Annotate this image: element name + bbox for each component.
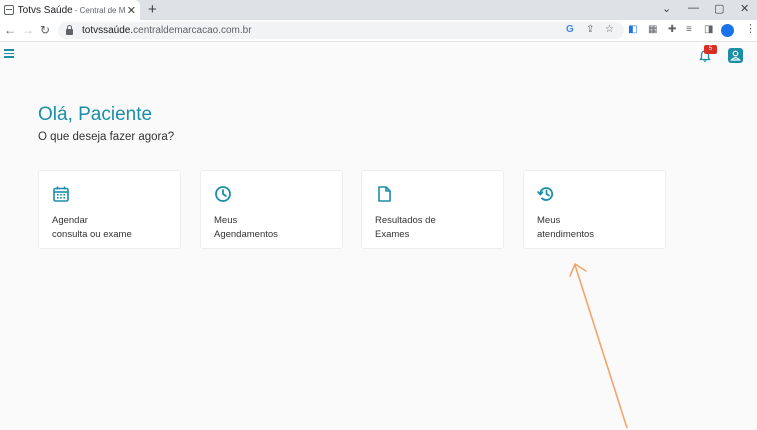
page-subtitle: O que deseja fazer agora? bbox=[38, 131, 175, 143]
my-attendances-card[interactable]: Meus atendimentos bbox=[523, 170, 666, 249]
address-bar[interactable]: totvssaúde.centraldemarcacao.com.br G ⇪ … bbox=[58, 22, 624, 39]
minimize-button[interactable]: — bbox=[688, 2, 699, 14]
tab-title-rest: - Central de Marca bbox=[74, 5, 125, 15]
page-title: Olá, Paciente bbox=[38, 104, 153, 125]
calendar-icon bbox=[53, 186, 69, 202]
card-label: Resultados de Exames bbox=[375, 214, 495, 242]
profile-avatar-icon[interactable] bbox=[721, 24, 734, 37]
notification-badge: 5 bbox=[704, 45, 717, 54]
history-icon bbox=[537, 187, 554, 201]
card-label: Agendar consulta ou exame bbox=[52, 214, 172, 242]
extensions-puzzle-icon[interactable]: ✚ bbox=[668, 24, 676, 35]
card-label-line2: Exames bbox=[375, 229, 410, 240]
tab-title: Totvs Saúde - Central de Marca bbox=[18, 5, 125, 16]
side-panel-icon[interactable]: ◨ bbox=[704, 24, 713, 35]
user-icon bbox=[730, 50, 741, 61]
share-icon[interactable]: ⇪ bbox=[586, 24, 594, 35]
url-path: centraldemarcacao.com.br bbox=[133, 25, 252, 36]
app-header: 5 bbox=[0, 43, 757, 69]
extension-translate-icon[interactable]: ◧ bbox=[628, 24, 637, 35]
browser-menu-icon[interactable]: ⋮ bbox=[745, 22, 756, 35]
clock-icon bbox=[215, 186, 231, 202]
schedule-appointment-card[interactable]: Agendar consulta ou exame bbox=[38, 170, 181, 249]
hamburger-menu-icon[interactable] bbox=[4, 49, 14, 58]
lock-icon bbox=[66, 25, 73, 35]
extension-qr-icon[interactable]: ▦ bbox=[648, 24, 657, 35]
card-label-line2: atendimentos bbox=[537, 229, 595, 240]
card-label: Meus Agendamentos bbox=[214, 214, 334, 242]
card-label: Meus atendimentos bbox=[537, 214, 657, 242]
card-label-line2: consulta ou exame bbox=[52, 229, 132, 240]
browser-tab[interactable]: Totvs Saúde - Central de Marca ✕ bbox=[0, 0, 140, 20]
card-label-line1: Meus bbox=[214, 215, 238, 226]
browser-toolbar: ← → ↻ totvssaúde.centraldemarcacao.com.b… bbox=[0, 20, 757, 42]
reload-icon[interactable]: ↻ bbox=[40, 23, 50, 37]
document-icon bbox=[378, 186, 391, 202]
reading-list-icon[interactable]: ≡ bbox=[686, 24, 692, 35]
maximize-button[interactable]: ▢ bbox=[714, 2, 724, 15]
card-label-line1: Meus bbox=[537, 215, 561, 226]
url-host: totvssaúde. bbox=[82, 25, 134, 36]
my-appointments-card[interactable]: Meus Agendamentos bbox=[200, 170, 343, 249]
url-text: totvssaúde.centraldemarcacao.com.br bbox=[82, 25, 252, 36]
tab-title-main: Totvs Saúde bbox=[17, 4, 73, 16]
back-arrow-icon[interactable]: ← bbox=[4, 23, 16, 37]
card-label-line1: Resultados de bbox=[375, 215, 436, 226]
new-tab-button[interactable]: + bbox=[148, 1, 157, 19]
tab-favicon-icon bbox=[4, 5, 14, 15]
google-translate-icon[interactable]: G bbox=[566, 24, 574, 35]
tab-search-icon[interactable]: ⌄ bbox=[662, 2, 671, 15]
browser-tab-bar: Totvs Saúde - Central de Marca ✕ + ⌄ — ▢… bbox=[0, 0, 757, 20]
exam-results-card[interactable]: Resultados de Exames bbox=[361, 170, 504, 249]
user-profile-button[interactable] bbox=[728, 48, 743, 63]
card-label-line1: Agendar bbox=[52, 215, 88, 226]
forward-arrow-icon[interactable]: → bbox=[22, 23, 34, 37]
close-window-button[interactable]: ✕ bbox=[740, 2, 749, 15]
bookmark-star-icon[interactable]: ☆ bbox=[605, 24, 614, 35]
tab-close-icon[interactable]: ✕ bbox=[127, 4, 136, 17]
card-label-line2: Agendamentos bbox=[214, 229, 278, 240]
